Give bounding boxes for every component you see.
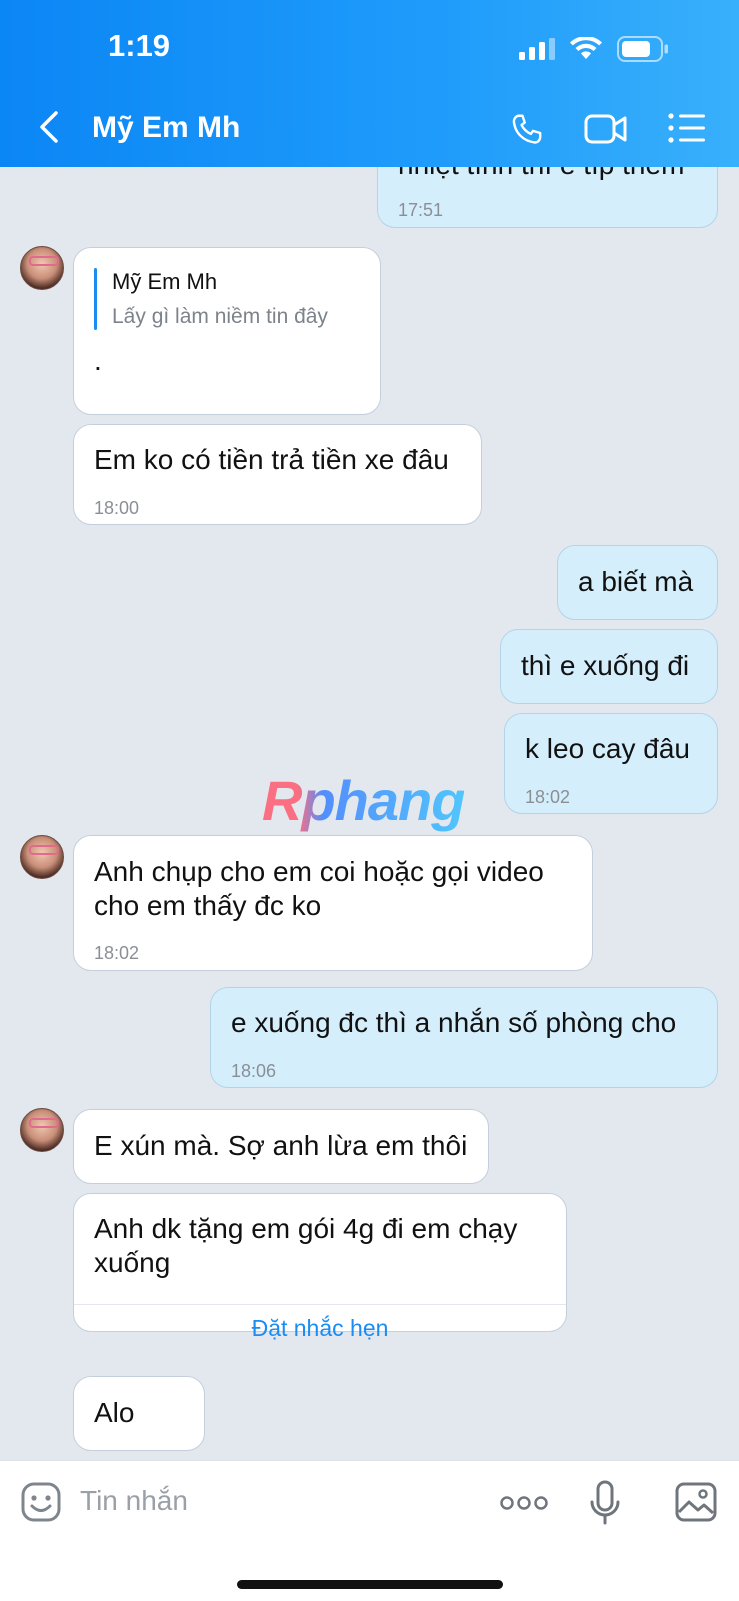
set-reminder-link[interactable]: Đặt nhắc hẹn xyxy=(74,1306,566,1350)
message-text: Anh chụp cho em coi hoặc gọi video cho e… xyxy=(94,856,544,921)
message-time: 18:06 xyxy=(231,1061,277,1081)
message-text: a biết mà xyxy=(578,566,694,597)
message-text: Alo xyxy=(94,1397,135,1428)
message-time: 18:00 xyxy=(94,498,140,518)
message-text: Em ko có tiền trả tiền xe đâu xyxy=(94,444,449,475)
outgoing-message[interactable]: thì e xuống đi xyxy=(500,629,718,704)
message-time: 18:02 xyxy=(94,943,140,963)
message-text: nhiệt tình thì e típ thêm xyxy=(398,167,684,182)
back-arrow-icon[interactable] xyxy=(36,110,62,144)
message-text: e xuống đc thì a nhắn số phòng cho xyxy=(231,1007,677,1038)
more-options-icon[interactable] xyxy=(500,1495,548,1511)
message-text: . xyxy=(94,345,102,376)
menu-list-icon[interactable] xyxy=(668,112,706,144)
watermark-logo: Rphang xyxy=(262,769,465,832)
message-time: 18:02 xyxy=(525,787,571,807)
incoming-reply-message[interactable]: Mỹ Em Mh Lấy gì làm niềm tin đây . xyxy=(73,247,381,415)
image-gallery-icon[interactable] xyxy=(674,1481,718,1523)
home-indicator[interactable] xyxy=(237,1580,503,1589)
video-call-icon[interactable] xyxy=(584,112,628,146)
sticker-emoji-icon[interactable] xyxy=(20,1481,62,1523)
avatar[interactable] xyxy=(20,835,64,879)
incoming-message-with-action[interactable]: Anh dk tặng em gói 4g đi em chạy xuống Đ… xyxy=(73,1193,567,1341)
incoming-message[interactable]: E xún mà. Sợ anh lừa em thôi xyxy=(73,1109,489,1184)
status-time: 1:19 xyxy=(108,28,171,63)
quote-author: Mỹ Em Mh xyxy=(112,269,218,294)
status-icons xyxy=(519,36,669,62)
outgoing-message[interactable]: a biết mà xyxy=(557,545,718,620)
chat-header: 1:19 Mỹ Em Mh xyxy=(0,0,739,167)
divider xyxy=(74,1304,566,1305)
quote-text: Lấy gì làm niềm tin đây xyxy=(112,305,328,328)
message-text: Anh dk tặng em gói 4g đi em chạy xuống xyxy=(94,1213,518,1278)
message-text: E xún mà. Sợ anh lừa em thôi xyxy=(94,1130,468,1161)
message-input[interactable]: Tin nhắn xyxy=(80,1485,188,1517)
outgoing-message[interactable]: nhiệt tình thì e típ thêm 17:51 xyxy=(377,167,718,228)
incoming-message[interactable]: Anh chụp cho em coi hoặc gọi video cho e… xyxy=(73,835,593,971)
message-text: thì e xuống đi xyxy=(521,650,690,681)
microphone-icon[interactable] xyxy=(588,1479,622,1527)
message-time: 17:51 xyxy=(398,200,444,220)
contact-name[interactable]: Mỹ Em Mh xyxy=(92,111,240,145)
incoming-message[interactable]: Alo xyxy=(73,1376,205,1451)
phone-call-icon[interactable] xyxy=(509,112,545,148)
quote-bar xyxy=(94,268,97,330)
outgoing-message[interactable]: e xuống đc thì a nhắn số phòng cho 18:06 xyxy=(210,987,718,1088)
incoming-message[interactable]: Em ko có tiền trả tiền xe đâu 18:00 xyxy=(73,424,482,525)
wifi-icon xyxy=(570,37,602,59)
cellular-signal-icon xyxy=(519,38,555,60)
outgoing-message[interactable]: k leo cay đâu 18:02 xyxy=(504,713,718,814)
avatar[interactable] xyxy=(20,1108,64,1152)
battery-icon xyxy=(617,36,668,62)
avatar[interactable] xyxy=(20,246,64,290)
message-text: k leo cay đâu xyxy=(525,733,690,764)
